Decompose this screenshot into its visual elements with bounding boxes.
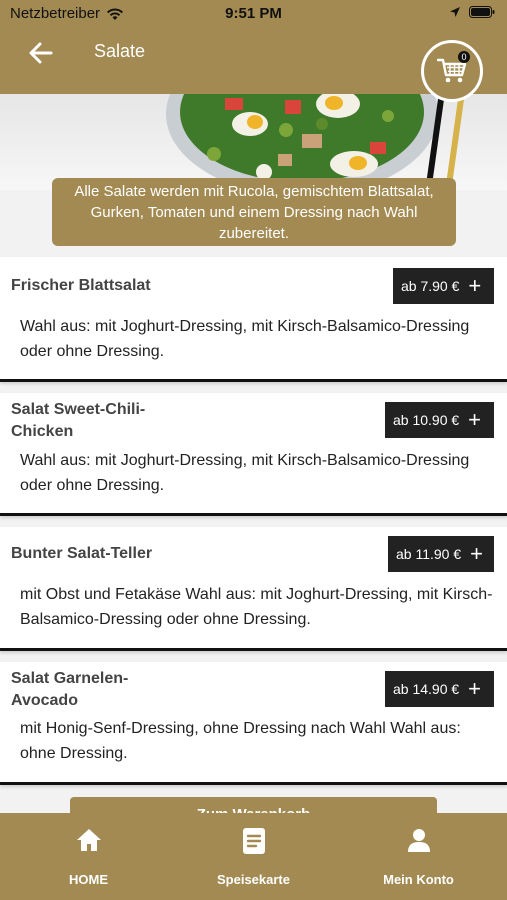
- menu-item-card[interactable]: Frischer Blattsalat ab 7.90 € + Wahl aus…: [0, 257, 507, 382]
- location-arrow-icon: [450, 7, 460, 17]
- status-bar: Netzbetreiber 9:51 PM: [0, 0, 507, 28]
- cart-count-badge: 0: [458, 51, 470, 63]
- home-icon: [76, 829, 101, 851]
- add-to-cart-button[interactable]: ab 10.90 € +: [385, 402, 494, 438]
- plus-icon: +: [468, 407, 482, 432]
- plus-icon: +: [470, 541, 483, 566]
- tab-speisekarte[interactable]: Speisekarte: [169, 813, 338, 900]
- page-title: Salate: [94, 41, 146, 61]
- item-name: Frischer Blattsalat: [11, 277, 151, 294]
- item-name: Salat Sweet-Chili-Chicken: [11, 401, 146, 440]
- item-name: Bunter Salat-Teller: [11, 545, 153, 562]
- add-to-cart-button[interactable]: ab 14.90 € +: [385, 671, 494, 707]
- price-label: ab 11.90 €: [396, 546, 462, 562]
- salad-bowl-illustration: [166, 94, 465, 190]
- menu-icon: [242, 828, 265, 854]
- item-description: mit Obst und Fetakäse Wahl aus: mit Jogh…: [20, 586, 493, 628]
- menu-item-card[interactable]: Salat Sweet-Chili-Chicken ab 10.90 € + W…: [0, 393, 507, 516]
- cart-button[interactable]: 0: [421, 40, 483, 102]
- person-icon: [407, 829, 430, 852]
- status-right: [449, 6, 495, 18]
- price-label: ab 7.90 €: [401, 278, 460, 294]
- arrow-left-icon: [29, 42, 53, 64]
- tab-mein-konto-label: Mein Konto: [383, 872, 454, 887]
- tab-speisekarte-label: Speisekarte: [217, 872, 290, 887]
- battery-icon: [469, 6, 495, 18]
- plus-icon: +: [468, 273, 482, 298]
- add-to-cart-button[interactable]: ab 11.90 € +: [388, 536, 494, 572]
- menu-item-card[interactable]: Bunter Salat-Teller ab 11.90 € + mit Obs…: [0, 527, 507, 651]
- item-name: Salat Garnelen-Avocado: [11, 670, 129, 709]
- plus-icon: +: [468, 676, 482, 701]
- price-label: ab 14.90 €: [393, 681, 460, 697]
- banner-text: Alle Salate werden mit Rucola, gemischte…: [74, 182, 434, 242]
- hero-salad-image: [0, 94, 507, 190]
- app-header: Salate 0: [0, 28, 507, 102]
- item-description: mit Honig-Senf-Dressing, ohne Dressing n…: [20, 720, 461, 762]
- clock: 9:51 PM: [225, 5, 282, 22]
- salad-info-banner: Alle Salate werden mit Rucola, gemischte…: [52, 178, 456, 246]
- menu-item-card[interactable]: Salat Garnelen-Avocado ab 14.90 € + mit …: [0, 662, 507, 785]
- tab-mein-konto[interactable]: Mein Konto: [334, 813, 503, 900]
- add-to-cart-button[interactable]: ab 7.90 € +: [393, 268, 494, 304]
- tab-home-label: HOME: [69, 872, 108, 887]
- bottom-tab-bar: HOME Speisekarte Mein Konto: [0, 813, 507, 900]
- price-label: ab 10.90 €: [393, 412, 460, 428]
- item-description: Wahl aus: mit Joghurt-Dressing, mit Kirs…: [20, 452, 470, 494]
- item-description: Wahl aus: mit Joghurt-Dressing, mit Kirs…: [20, 318, 470, 360]
- tab-home[interactable]: HOME: [4, 813, 173, 900]
- back-button[interactable]: [26, 38, 56, 68]
